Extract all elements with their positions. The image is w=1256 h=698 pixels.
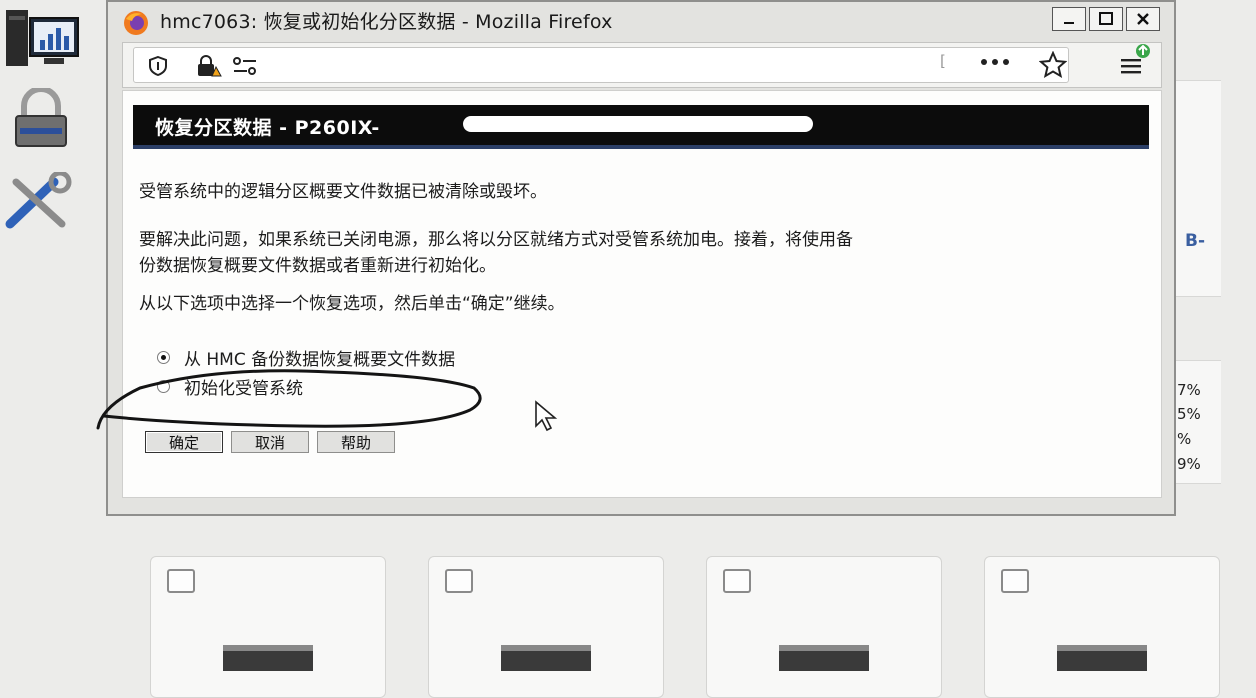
- firefox-window: hmc7063: 恢复或初始化分区数据 - Mozilla Firefox […: [106, 0, 1176, 516]
- usage-percent: %: [1177, 430, 1192, 448]
- padlock-icon[interactable]: [10, 86, 72, 154]
- system-name-redacted: [463, 116, 813, 132]
- instruction-paragraph: 从以下选项中选择一个恢复选项，然后单击“确定”继续。: [139, 294, 565, 314]
- server-card[interactable]: [706, 556, 942, 698]
- mouse-pointer-icon: [535, 400, 558, 432]
- background-usage-panel: 7% 5% % 9%: [1170, 360, 1221, 484]
- url-bar[interactable]: [: [133, 47, 1069, 83]
- restore-radio[interactable]: [157, 351, 170, 364]
- server-checkbox[interactable]: [445, 569, 473, 593]
- server-card[interactable]: [428, 556, 664, 698]
- url-text-redacted: [294, 60, 934, 70]
- ok-button[interactable]: 确定: [145, 431, 223, 453]
- menu-update-icon[interactable]: [1119, 43, 1153, 77]
- lock-warning-icon[interactable]: [196, 54, 222, 78]
- more-icon[interactable]: [979, 57, 1011, 67]
- maximize-button[interactable]: [1089, 7, 1123, 31]
- monitor-chart-icon[interactable]: [4, 6, 80, 74]
- title-bar[interactable]: hmc7063: 恢复或初始化分区数据 - Mozilla Firefox: [108, 2, 1174, 40]
- usage-percent: 9%: [1177, 455, 1201, 473]
- minimize-icon: [1064, 22, 1074, 24]
- message-paragraph-2-line-1: 要解决此问题，如果系统已关闭电源，那么将以分区就绪方式对受管系统加电。接着，将使…: [139, 230, 853, 250]
- background-text-fragment: B-: [1185, 231, 1206, 251]
- close-button[interactable]: [1126, 7, 1160, 31]
- background-panel: B-: [1170, 80, 1221, 297]
- bookmark-star-icon[interactable]: [1039, 51, 1067, 79]
- server-icon: [501, 645, 591, 671]
- dialog-title: 恢复分区数据 - P260IX-: [155, 117, 380, 139]
- initialize-radio[interactable]: [157, 380, 170, 393]
- message-paragraph-2-line-2: 份数据恢复概要文件数据或者重新进行初始化。: [139, 256, 496, 276]
- server-icon: [223, 645, 313, 671]
- server-icon: [779, 645, 869, 671]
- window-title: hmc7063: 恢复或初始化分区数据 - Mozilla Firefox: [160, 11, 613, 33]
- server-checkbox[interactable]: [167, 569, 195, 593]
- option-restore-from-backup[interactable]: 从 HMC 备份数据恢复概要文件数据: [157, 345, 455, 370]
- server-icon: [1057, 645, 1147, 671]
- option-initialize-system[interactable]: 初始化受管系统: [157, 374, 303, 399]
- help-button[interactable]: 帮助: [317, 431, 395, 453]
- server-card[interactable]: [150, 556, 386, 698]
- dialog-banner: 恢复分区数据 - P260IX-: [133, 105, 1149, 149]
- usage-percent: 7%: [1177, 381, 1201, 399]
- maximize-icon: [1099, 12, 1113, 25]
- navigation-toolbar: [: [122, 42, 1162, 88]
- url-fragment: [: [940, 52, 946, 70]
- message-paragraph-1: 受管系统中的逻辑分区概要文件数据已被清除或毁坏。: [139, 182, 547, 202]
- server-checkbox[interactable]: [1001, 569, 1029, 593]
- server-checkbox[interactable]: [723, 569, 751, 593]
- minimize-button[interactable]: [1052, 7, 1086, 31]
- cancel-button[interactable]: 取消: [231, 431, 309, 453]
- usage-percent: 5%: [1177, 405, 1201, 423]
- close-icon: [1137, 13, 1149, 25]
- server-cards: [150, 556, 1230, 698]
- shield-icon[interactable]: [148, 56, 168, 76]
- desktop-sidebar: [0, 0, 100, 260]
- tools-icon[interactable]: [2, 170, 78, 236]
- restore-radio-label: 从 HMC 备份数据恢复概要文件数据: [184, 350, 456, 370]
- initialize-radio-label: 初始化受管系统: [184, 379, 303, 399]
- permissions-icon[interactable]: [232, 57, 258, 75]
- firefox-logo-icon: [124, 11, 148, 35]
- server-card[interactable]: [984, 556, 1220, 698]
- dialog-content: 恢复分区数据 - P260IX- 受管系统中的逻辑分区概要文件数据已被清除或毁坏…: [122, 90, 1162, 498]
